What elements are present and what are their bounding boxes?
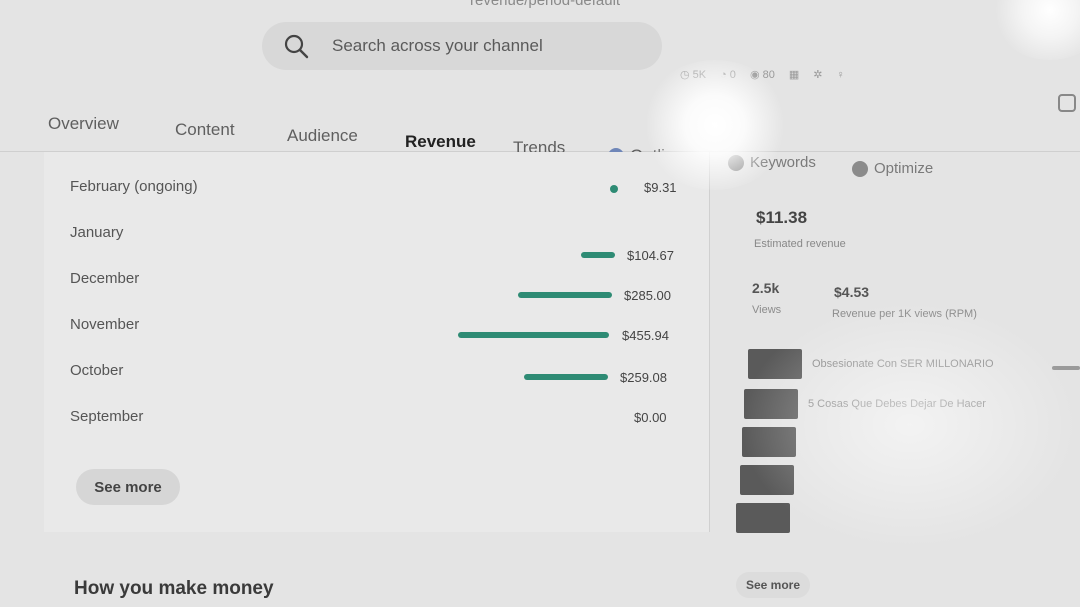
url-fragment: revenue/period-default [470,0,621,9]
month-label: September [70,408,144,425]
scrollbar-thumb[interactable] [1052,366,1080,370]
revenue-summary-panel: $11.38 Estimated revenue 2.5k Views $4.5… [712,180,1080,607]
rpm-value: $4.53 [834,284,870,300]
month-row: December $285.00 [44,270,710,303]
revenue-bar [524,374,608,380]
month-value: $104.67 [627,248,674,263]
views-icon[interactable]: ◉ 80 [750,68,775,81]
video-thumbnail [736,503,790,533]
revenue-bar [610,185,618,193]
month-label: December [70,270,140,287]
tab-overview[interactable]: Overview [48,114,119,134]
month-row: September $0.00 [44,408,710,438]
top-video-row[interactable] [736,502,1066,534]
top-video-row[interactable]: Obsesionate Con SER MILLONARIO [748,348,1078,380]
tab-optimize-label: Optimize [874,160,934,177]
tab-audience[interactable]: Audience [287,126,358,146]
search-input[interactable] [332,36,632,56]
tab-revenue[interactable]: Revenue [405,132,476,162]
month-row: October $259.08 [44,362,710,392]
help-icon[interactable]: ♀ [836,69,844,81]
month-value: $285.00 [624,288,671,303]
top-video-row[interactable]: 5 Cosas Que Debes Dejar De Hacer [744,388,1074,420]
top-video-row[interactable] [740,464,1070,496]
tab-keywords-label: Keywords [750,154,816,171]
video-thumbnail [742,427,796,457]
month-label: January [70,224,124,241]
month-label: October [70,362,124,379]
revenue-bar [581,252,615,258]
tab-content[interactable]: Content [175,120,235,140]
optimize-icon [852,160,868,177]
video-thumbnail [748,349,802,379]
search-icon [284,34,309,59]
tab-optimize[interactable]: Optimize [852,160,933,177]
video-title: 5 Cosas Que Debes Dejar De Hacer [808,398,986,410]
header-icons: ◷ 5K ◔ 0 ◉ 80 ▦ ✲ ♀ [680,68,845,82]
top-video-row[interactable] [742,426,1072,458]
grid-icon[interactable]: ▦ [789,68,799,81]
month-value: $455.94 [622,328,669,343]
views-value: 2.5k [752,280,780,296]
tab-bar: Overview Content Audience Revenue Trends… [0,108,1080,177]
video-thumbnail [740,465,794,495]
search-bar[interactable] [262,22,662,70]
month-value: $0.00 [634,410,667,425]
month-row: February (ongoing) $9.31 [44,178,710,208]
rpm-label: Revenue per 1K views (RPM) [832,308,977,320]
video-thumbnail [744,389,798,419]
revenue-bar [458,332,609,338]
monthly-revenue-card: February (ongoing) $9.31 January $104.67… [44,152,710,532]
views-label: Views [752,304,782,316]
month-label: February (ongoing) [70,178,198,195]
section-heading: How you make money [74,578,274,599]
estimated-revenue-label: Estimated revenue [754,238,846,250]
settings-icon[interactable]: ✲ [813,68,822,81]
month-value: $9.31 [644,180,677,195]
month-row: November $455.94 [44,316,710,346]
video-title: Obsesionate Con SER MILLONARIO [812,358,994,370]
keywords-icon [728,154,744,171]
month-label: November [70,316,140,333]
screen-glare [990,0,1080,60]
history-icon[interactable]: ◷ 5K [680,68,706,81]
month-row: January $104.67 [44,224,710,263]
tab-keywords[interactable]: Keywords [728,154,816,171]
notification-icon[interactable]: ◔ 0 [720,69,736,81]
see-more-button[interactable]: See more [76,469,180,505]
top-videos-see-more-button[interactable]: See more [736,572,810,598]
estimated-revenue-value: $11.38 [756,208,808,227]
revenue-bar [518,292,612,298]
month-value: $259.08 [620,370,667,385]
